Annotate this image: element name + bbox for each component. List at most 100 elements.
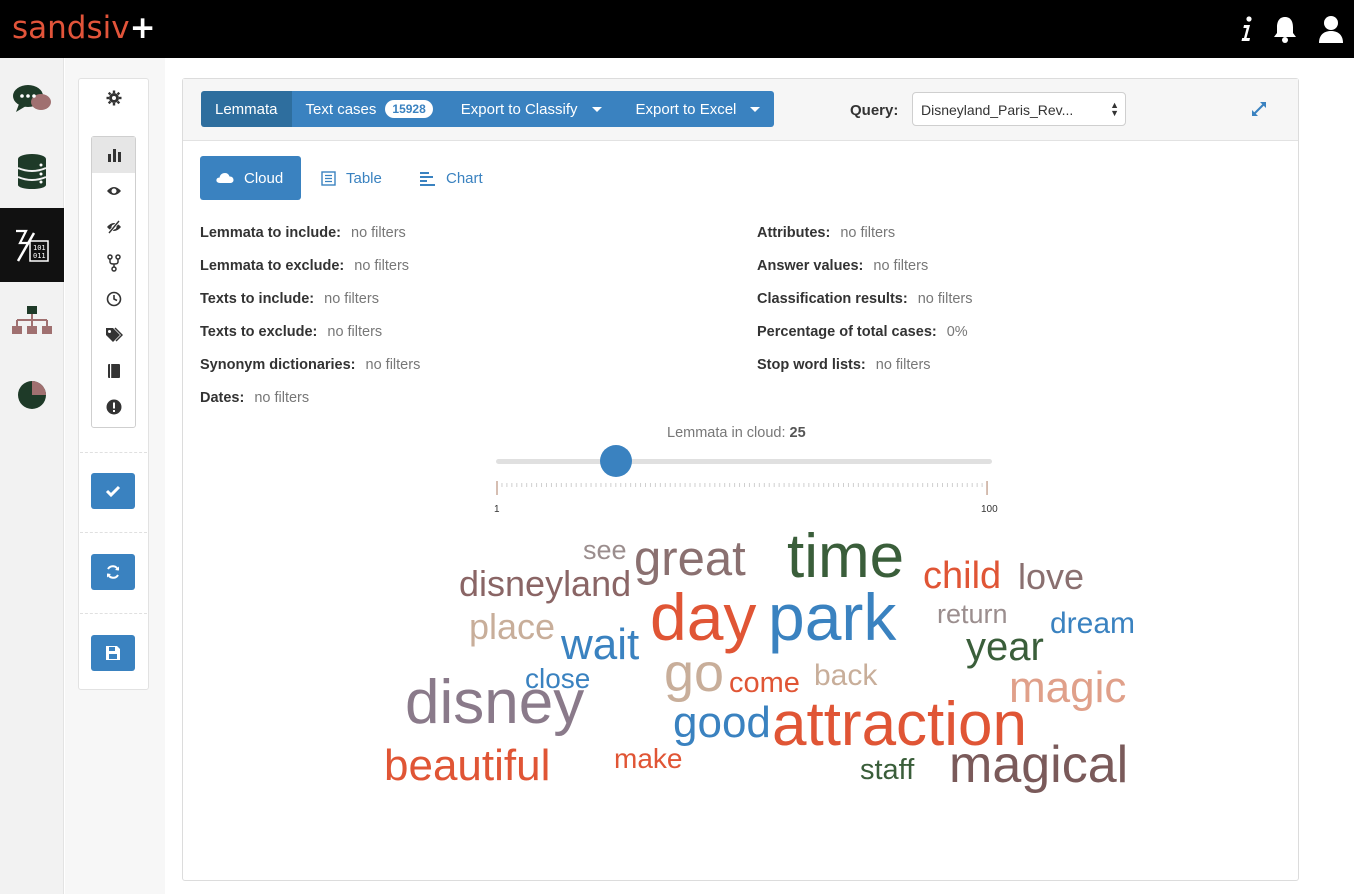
- caret-down-icon: [750, 106, 761, 112]
- filter-value: no filters: [324, 291, 379, 307]
- filter-row: Attributes: no filters: [757, 225, 895, 241]
- main-nav-rail: 101 011: [0, 58, 64, 894]
- gear-icon[interactable]: [91, 80, 136, 116]
- cloud-word[interactable]: time: [787, 526, 904, 588]
- lemmata-slider-track[interactable]: [496, 459, 992, 464]
- filter-row: Texts to include: no filters: [200, 291, 379, 307]
- eye-slash-icon[interactable]: [92, 209, 135, 245]
- cloud-word[interactable]: return: [937, 601, 1008, 628]
- header-button-group: Lemmata Text cases 15928 Export to Class…: [201, 91, 775, 127]
- eye-icon[interactable]: [92, 173, 135, 209]
- filter-key: Texts to exclude:: [200, 324, 318, 340]
- filter-value: no filters: [875, 357, 931, 373]
- cloud-word[interactable]: year: [966, 627, 1044, 667]
- cloud-word[interactable]: dream: [1050, 609, 1135, 639]
- lemmata-slider-handle[interactable]: [600, 445, 633, 477]
- export-to-excel-button[interactable]: Export to Excel: [615, 91, 775, 127]
- slider-min-label: 1: [494, 504, 500, 515]
- filter-row: Stop word lists: no filters: [757, 357, 931, 373]
- expand-icon[interactable]: [1249, 99, 1269, 119]
- cloud-word[interactable]: day: [650, 584, 756, 650]
- cloud-word[interactable]: disneyland: [459, 566, 631, 602]
- pie-chart-icon[interactable]: [0, 358, 64, 432]
- filter-row: Answer values: no filters: [757, 258, 928, 274]
- export-to-classify-button[interactable]: Export to Classify: [442, 91, 616, 127]
- save-button[interactable]: [91, 635, 135, 671]
- lemmata-in-cloud-value: 25: [789, 425, 806, 441]
- tab-cloud[interactable]: Cloud: [200, 156, 301, 200]
- cloud-word[interactable]: great: [634, 535, 746, 584]
- top-bar: sandsiv+: [0, 0, 1354, 58]
- check-icon: [105, 485, 121, 498]
- filter-value: 0%: [946, 324, 968, 340]
- cloud-word[interactable]: go: [664, 646, 724, 700]
- filter-row: Synonym dictionaries: no filters: [200, 357, 420, 373]
- main-panel: Lemmata Text cases 15928 Export to Class…: [182, 78, 1299, 881]
- cloud-word[interactable]: make: [614, 745, 682, 773]
- filter-key: Lemmata to exclude:: [200, 258, 345, 274]
- filter-value: no filters: [840, 225, 896, 241]
- tools-divider: [80, 452, 147, 453]
- cloud-word[interactable]: good: [673, 701, 771, 745]
- chat-bubbles-icon[interactable]: [0, 62, 64, 136]
- cloud-word[interactable]: wait: [561, 623, 639, 667]
- refresh-icon: [107, 565, 119, 579]
- cloud-icon: [216, 173, 234, 183]
- filter-row: Dates: no filters: [200, 390, 309, 406]
- filter-row: Percentage of total cases: 0%: [757, 324, 968, 340]
- bell-icon[interactable]: [1270, 14, 1300, 44]
- svg-text:101: 101: [33, 244, 46, 252]
- tools-divider: [80, 532, 147, 533]
- sandsiv-logo[interactable]: sandsiv+: [12, 10, 156, 46]
- filter-key: Dates:: [200, 390, 245, 406]
- filter-value: no filters: [354, 258, 410, 274]
- bar-chart-icon[interactable]: [92, 137, 135, 173]
- cloud-word[interactable]: love: [1018, 559, 1084, 595]
- tab-chart[interactable]: Chart: [419, 156, 483, 200]
- cloud-word[interactable]: beautiful: [384, 744, 550, 788]
- user-icon[interactable]: [1316, 14, 1346, 44]
- cloud-word[interactable]: park: [768, 584, 896, 650]
- cloud-word[interactable]: see: [583, 537, 627, 564]
- cloud-word[interactable]: staff: [860, 756, 914, 785]
- filter-key: Percentage of total cases:: [757, 324, 937, 340]
- filter-row: Lemmata to exclude: no filters: [200, 258, 409, 274]
- filter-row: Texts to exclude: no filters: [200, 324, 382, 340]
- select-arrows-icon: ▲ ▼: [1110, 100, 1119, 118]
- filter-value: no filters: [873, 258, 929, 274]
- table-icon: [321, 170, 336, 186]
- panel-header: Lemmata Text cases 15928 Export to Class…: [183, 79, 1298, 141]
- filter-value: no filters: [327, 324, 383, 340]
- tags-icon[interactable]: [92, 317, 135, 353]
- filter-value: no filters: [254, 390, 310, 406]
- lemmata-tab[interactable]: Lemmata: [201, 91, 292, 127]
- book-icon[interactable]: [92, 353, 135, 389]
- cloud-word[interactable]: magical: [949, 739, 1128, 791]
- cloud-word[interactable]: back: [814, 661, 877, 691]
- apply-button[interactable]: [91, 473, 135, 509]
- hierarchy-icon[interactable]: [0, 284, 64, 358]
- query-label: Query:: [850, 102, 899, 119]
- cloud-word[interactable]: child: [923, 557, 1001, 595]
- info-icon[interactable]: [1232, 14, 1262, 44]
- fork-icon[interactable]: [92, 245, 135, 281]
- filter-key: Texts to include:: [200, 291, 315, 307]
- filter-row: Classification results: no filters: [757, 291, 973, 307]
- cloud-word[interactable]: place: [469, 609, 555, 645]
- lemmata-in-cloud-label: Lemmata in cloud: 25: [667, 425, 806, 441]
- exclamation-icon[interactable]: [92, 389, 135, 425]
- tab-table[interactable]: Table: [321, 156, 382, 200]
- refresh-button[interactable]: [91, 554, 135, 590]
- text-cases-count-badge: 15928: [385, 100, 433, 118]
- cloud-word[interactable]: disney: [405, 672, 584, 734]
- filter-key: Lemmata to include:: [200, 225, 341, 241]
- filter-value: no filters: [351, 225, 406, 241]
- slider-max-label: 100: [981, 504, 998, 515]
- text-cases-tab[interactable]: Text cases 15928: [291, 91, 443, 127]
- database-icon[interactable]: [0, 134, 64, 208]
- clock-icon[interactable]: [92, 281, 135, 317]
- query-select[interactable]: Disneyland_Paris_Rev... ▲ ▼: [912, 92, 1126, 126]
- filter-key: Stop word lists:: [757, 357, 866, 373]
- text-analytics-icon[interactable]: 101 011: [0, 208, 64, 282]
- filter-value: no filters: [365, 357, 421, 373]
